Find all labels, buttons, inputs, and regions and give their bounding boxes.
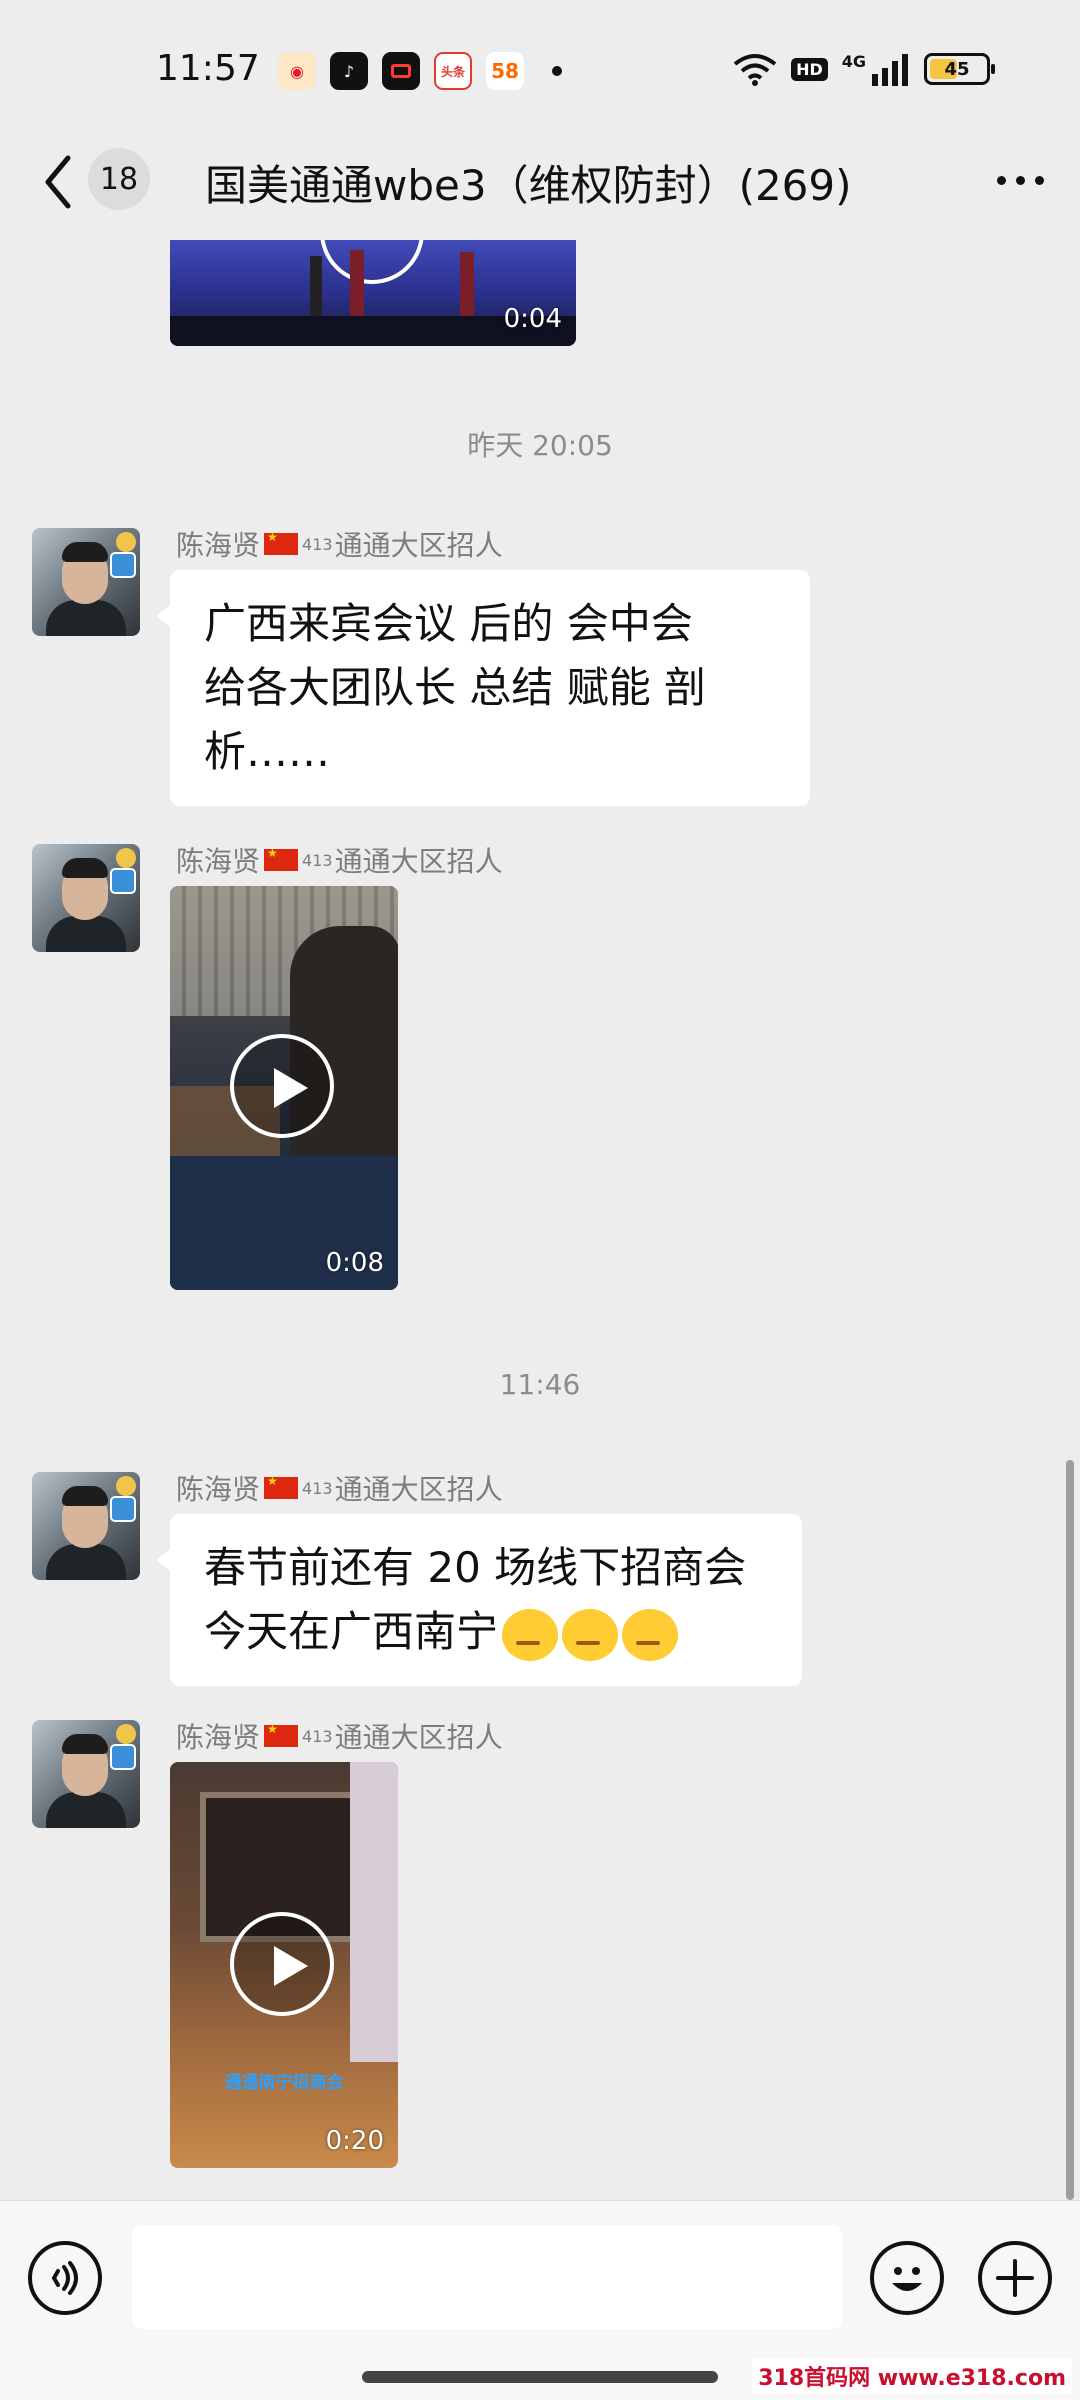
more-notifications-dot <box>552 66 562 76</box>
avatar[interactable] <box>32 1472 140 1580</box>
video-duration: 0:08 <box>325 1248 384 1278</box>
avatar[interactable] <box>32 844 140 952</box>
smirk-emoji-icon <box>622 1608 679 1661</box>
chat-header: 18 国美通通wbe3（维权防封）(269) <box>0 130 1080 240</box>
more-options-icon[interactable] <box>997 176 1044 185</box>
network-type: 4G <box>841 52 866 71</box>
signal-icon <box>872 54 908 86</box>
video-duration: 0:20 <box>325 2126 384 2156</box>
app-58-icon: 58 <box>486 52 524 90</box>
play-icon[interactable] <box>230 1912 334 2016</box>
video-message[interactable]: 通通南宁招商会 0:20 <box>170 1762 398 2168</box>
notification-icons: ◉ ♪ 头条 58 <box>278 52 562 90</box>
toutiao-icon: 头条 <box>434 52 472 90</box>
message-timestamp: 昨天 20:05 <box>467 429 613 462</box>
unread-count-badge[interactable]: 18 <box>88 148 150 210</box>
watermark: 318首码网 www.e318.com <box>752 2358 1072 2394</box>
text-message[interactable]: 广西来宾会议 后的 会中会 给各大团队长 总结 赋能 剖 析…… <box>156 570 810 806</box>
chat-title: 国美通通wbe3（维权防封）(269) <box>205 161 852 210</box>
hd-icon: HD <box>791 57 828 81</box>
sender-name: 陈海贤 413 通通大区招人 <box>176 840 503 880</box>
avatar[interactable] <box>32 1720 140 1828</box>
china-flag-icon <box>264 1722 299 1747</box>
china-flag-icon <box>264 1474 299 1499</box>
battery-icon: 45 <box>924 53 995 85</box>
china-flag-icon <box>264 530 299 555</box>
emoji-button[interactable] <box>870 2241 944 2315</box>
message-timestamp: 11:46 <box>499 1368 581 1401</box>
smirk-emoji-icon <box>502 1608 559 1661</box>
text-message[interactable]: 春节前还有 20 场线下招商会 今天在广西南宁 <box>156 1514 802 1686</box>
avatar[interactable] <box>32 528 140 636</box>
add-button[interactable] <box>978 2241 1052 2315</box>
wifi-icon <box>733 54 777 86</box>
sender-name: 陈海贤 413 通通大区招人 <box>176 1716 503 1756</box>
battery-level: 45 <box>944 58 970 80</box>
chat-message-list[interactable]: 0:04 昨天 20:05 陈海贤 413 通通大区招人 广西来宾会议 后的 会… <box>0 240 1080 2200</box>
weibo-icon: ◉ <box>278 52 316 90</box>
smirk-emoji-icon <box>562 1608 619 1661</box>
input-bar: 318首码网 www.e318.com <box>0 2200 1080 2400</box>
message-input[interactable] <box>132 2225 842 2329</box>
tiktok-icon: ♪ <box>330 52 368 90</box>
status-bar: 11:57 ◉ ♪ 头条 58 HD 4G 45 <box>0 0 1080 130</box>
voice-input-icon[interactable] <box>28 2241 102 2315</box>
video-message[interactable]: 0:08 <box>170 886 398 1290</box>
home-indicator[interactable] <box>362 2371 718 2383</box>
status-time: 11:57 <box>156 48 260 89</box>
sender-name: 陈海贤 413 通通大区招人 <box>176 1468 503 1508</box>
china-flag-icon <box>264 846 299 871</box>
scrollbar[interactable] <box>1066 1460 1074 2200</box>
play-icon[interactable] <box>230 1034 334 1138</box>
video-record-icon <box>382 52 420 90</box>
video-caption: 通通南宁招商会 <box>224 2073 344 2093</box>
system-icons: HD 4G 45 <box>733 52 995 86</box>
back-arrow-icon[interactable] <box>38 152 78 212</box>
video-duration: 0:04 <box>503 304 562 334</box>
video-message[interactable]: 0:04 <box>170 240 576 346</box>
sender-name: 陈海贤 413 通通大区招人 <box>176 524 503 564</box>
